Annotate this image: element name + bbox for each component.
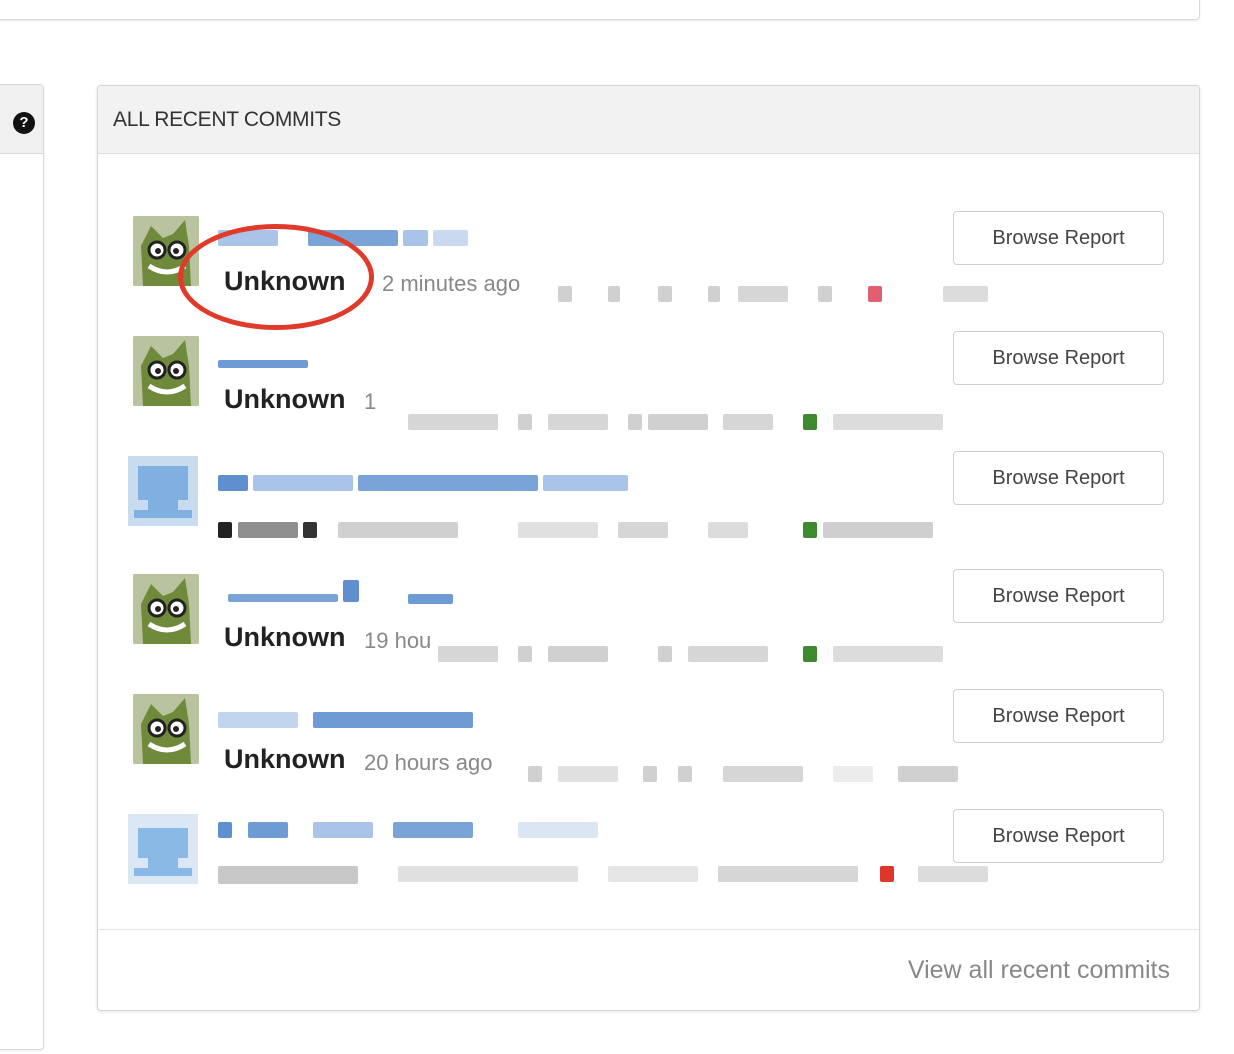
status-indicator	[898, 766, 958, 782]
question-circle-icon[interactable]: ?	[13, 112, 35, 134]
commit-time: 1	[364, 389, 377, 414]
commit-time: 2 minutes ago	[382, 271, 521, 296]
commit-author[interactable]: Unknown	[224, 266, 346, 297]
view-all-commits-link[interactable]: View all recent commits	[908, 956, 1170, 985]
commit-row: Unknown 1 Browse Report	[128, 331, 1168, 436]
commit-row: Browse Report	[128, 809, 1168, 914]
commit-row: Unknown 20 hours ago Browse Report	[128, 689, 1168, 794]
status-indicator	[880, 866, 894, 882]
status-indicator	[803, 646, 817, 662]
status-indicator	[803, 414, 817, 430]
browse-report-button[interactable]: Browse Report	[953, 569, 1164, 623]
commit-author[interactable]: Unknown	[224, 744, 346, 775]
commit-time: 20 hours ago	[364, 750, 493, 775]
monster-avatar-icon	[133, 574, 199, 644]
panel-header: ALL RECENT COMMITS	[98, 86, 1199, 154]
commit-row: Unknown 2 minutes ago Browse Report	[128, 211, 1168, 316]
monster-avatar-icon	[133, 694, 199, 764]
monster-avatar-icon	[133, 216, 199, 286]
browse-report-button[interactable]: Browse Report	[953, 809, 1164, 863]
commit-author[interactable]: Unknown	[224, 384, 346, 415]
browse-report-button[interactable]: Browse Report	[953, 689, 1164, 743]
browse-report-button[interactable]: Browse Report	[953, 451, 1164, 505]
left-panel-header: ?	[0, 85, 43, 154]
commit-time: 19 hou	[364, 628, 432, 653]
commit-author[interactable]: Unknown	[224, 622, 346, 653]
monster-avatar-icon	[133, 336, 199, 406]
browse-report-button[interactable]: Browse Report	[953, 331, 1164, 385]
status-indicator	[868, 286, 882, 302]
commit-row: Browse Report	[128, 451, 1168, 556]
panel-title: ALL RECENT COMMITS	[113, 107, 341, 131]
generic-avatar-icon	[128, 814, 198, 884]
top-card	[0, 0, 1200, 20]
generic-avatar-icon	[128, 456, 198, 526]
recent-commits-panel: ALL RECENT COMMITS Unknown 2 minutes ago	[97, 85, 1200, 1011]
left-panel: ?	[0, 84, 44, 1050]
browse-report-button[interactable]: Browse Report	[953, 211, 1164, 265]
panel-footer: View all recent commits	[98, 929, 1199, 1010]
commit-row: Unknown 19 hou Browse Report	[128, 569, 1168, 674]
status-indicator	[803, 522, 817, 538]
